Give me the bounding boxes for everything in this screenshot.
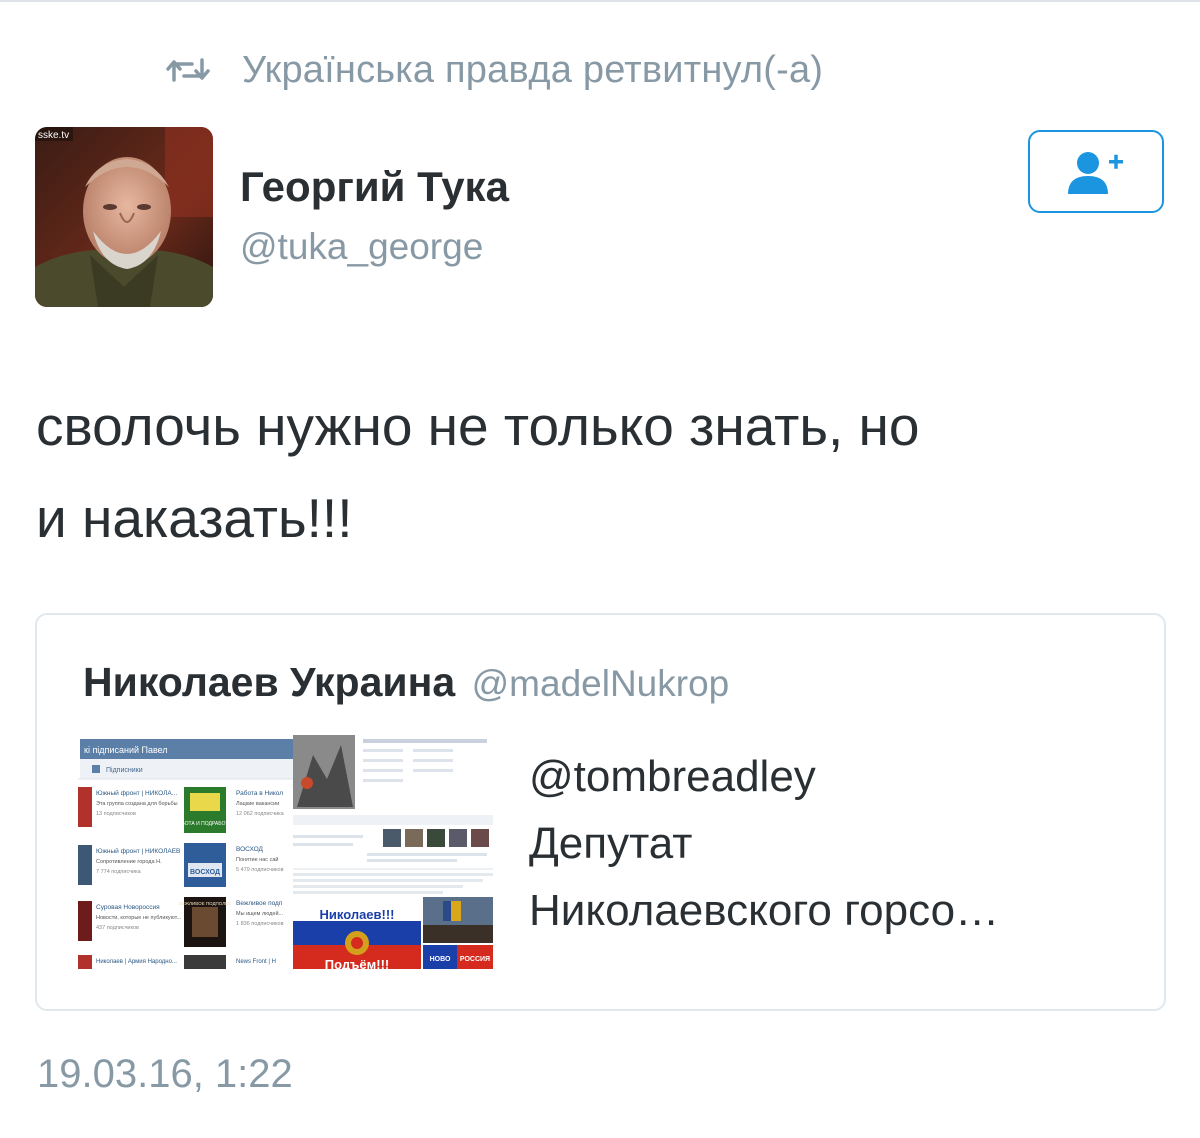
profile-and-poster-screenshot: Николаев!!! Подъём!!! НОВО РОССИЯ (293, 735, 493, 969)
group-desc: Эта группа создана для борьбы (96, 801, 178, 807)
retweet-context[interactable]: Українська правда ретвитнул(-а) (166, 42, 823, 98)
group-title: Николаев | Армия Народно... (96, 959, 177, 965)
group-title: ВОСХОД (236, 846, 264, 853)
group-count: 437 подписчиков (96, 925, 139, 931)
group-desc: Сопротивление города Н. (96, 859, 162, 865)
tweet-timestamp[interactable]: 19.03.16, 1:22 (37, 1052, 293, 1097)
group-count: 13 подписчиков (96, 811, 136, 817)
quoted-media-image-2[interactable]: Николаев!!! Подъём!!! НОВО РОССИЯ (293, 735, 493, 969)
top-divider (0, 0, 1200, 2)
quoted-tweet-text: @tombreadley Депутат Николаевского горсо… (529, 743, 1139, 944)
badge-right: РОССИЯ (460, 956, 490, 963)
tweet-text-line: сволочь нужно не только знать, но (36, 395, 920, 457)
avatar-watermark: sske.tv (38, 130, 69, 141)
quoted-tweet-card[interactable]: Николаев Украина @madelNukrop кі підписа… (35, 613, 1166, 1011)
group-desc: Лацкие вакансии (236, 801, 279, 807)
group-desc: Понятие нас сай (236, 856, 278, 863)
quoted-text-line: Николаевского горсо… (529, 886, 1000, 935)
quoted-author-name: Николаев Украина (83, 659, 456, 705)
tweet-screen: Українська правда ретвитнул(-а) sske.tv … (0, 0, 1200, 1138)
author-handle[interactable]: @tuka_george (240, 226, 483, 268)
poster-bottom-text: Подъём!!! (325, 957, 390, 969)
groups-subheader: Підписники (106, 766, 143, 774)
author-name[interactable]: Георгий Тука (240, 163, 509, 211)
thumb-work-label: РАБОТА И ПОДРАБОТКИ (175, 821, 235, 827)
group-title: Южный фронт | НИКОЛА... (96, 789, 177, 797)
quoted-author-handle: @madelNukrop (471, 663, 730, 704)
group-title: Работа в Никол (236, 789, 283, 797)
add-user-icon (1068, 151, 1123, 194)
tweet-text-line: и наказать!!! (36, 487, 353, 549)
group-count: 12 062 подписчика (236, 811, 285, 817)
thumb-voskhod-label: ВОСХОД (190, 869, 220, 876)
quoted-tweet-header: Николаев Украина @madelNukrop (83, 659, 729, 706)
group-title: Суровая Новороссия (96, 904, 160, 911)
russian-flag-poster: Николаев!!! Подъём!!! (293, 897, 421, 969)
group-desc: Мы ищем людей... (236, 910, 284, 917)
groups-header: кі підписаний Павел (84, 745, 168, 755)
tweet-text: сволочь нужно не только знать, но и нака… (36, 380, 1166, 564)
group-title: Южный фронт | НИКОЛАЕВ (96, 847, 180, 855)
quoted-text-line: @tombreadley (529, 752, 816, 801)
group-title: News Front | Н (236, 959, 276, 965)
poster-title: Николаев!!! (319, 907, 394, 922)
retweet-label: Українська правда ретвитнул(-а) (242, 48, 824, 91)
group-desc: Новости, которые не публикуют... (96, 915, 182, 921)
badge-left: НОВО (430, 956, 451, 963)
thumb-polite-label: ВЕЖЛИВОЕ ПОДПОЛЬЕ (179, 901, 231, 906)
retweet-icon (166, 58, 210, 82)
social-groups-screenshot: кі підписаний Павел Підписники Южный фро… (78, 735, 322, 969)
group-count: 7 774 подписчика (96, 869, 142, 875)
quoted-text-line: Депутат (529, 819, 693, 868)
group-count: 1 836 подписчиков (236, 921, 284, 927)
group-title: Вежливое подп (236, 900, 283, 907)
avatar-image: sske.tv (35, 127, 213, 307)
author-avatar[interactable]: sske.tv (35, 127, 213, 307)
follow-button[interactable] (1028, 130, 1164, 213)
group-count: 5 479 подписчиков (236, 867, 284, 873)
quoted-media-image-1[interactable]: кі підписаний Павел Підписники Южный фро… (78, 735, 322, 969)
novorossiya-photo: НОВО РОССИЯ (423, 897, 493, 969)
